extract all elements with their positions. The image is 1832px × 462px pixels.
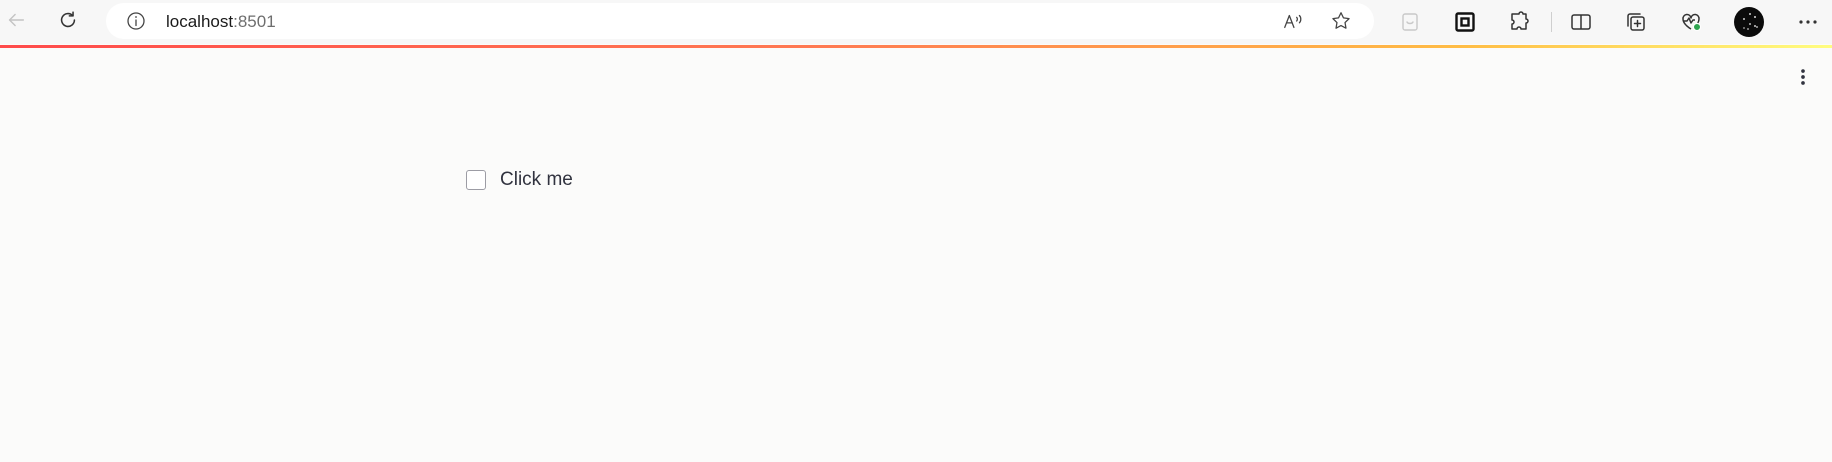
url-text[interactable]: localhost:8501 (166, 12, 276, 32)
browser-toolbar: localhost:8501 (0, 0, 1832, 44)
refresh-icon (57, 9, 79, 36)
split-screen-icon[interactable] (1568, 9, 1594, 35)
star-icon[interactable] (1330, 10, 1352, 32)
collections-box-icon[interactable] (1452, 9, 1478, 35)
toolbar-divider (1551, 12, 1552, 32)
info-icon[interactable] (126, 11, 146, 31)
click-me-checkbox[interactable]: Click me (466, 169, 573, 191)
arrow-left-icon (5, 9, 27, 36)
vertical-dots-icon (1792, 66, 1814, 93)
more-icon[interactable] (1795, 9, 1821, 35)
collections-icon[interactable] (1623, 9, 1649, 35)
main-menu-button[interactable] (1788, 64, 1818, 94)
read-aloud-icon[interactable] (1282, 10, 1304, 32)
extensions-icon[interactable] (1506, 9, 1532, 35)
app-icon[interactable] (1397, 9, 1423, 35)
profile-avatar[interactable] (1734, 7, 1764, 37)
checkbox-label[interactable]: Click me (500, 169, 573, 191)
checkbox-box[interactable] (466, 170, 486, 190)
browser-essentials-icon[interactable] (1678, 9, 1704, 35)
back-button[interactable] (0, 6, 32, 38)
refresh-button[interactable] (52, 6, 84, 38)
address-bar[interactable]: localhost:8501 (106, 3, 1374, 39)
url-port: :8501 (233, 12, 276, 31)
app-main: Click me (0, 48, 1832, 462)
url-host: localhost (166, 12, 234, 31)
